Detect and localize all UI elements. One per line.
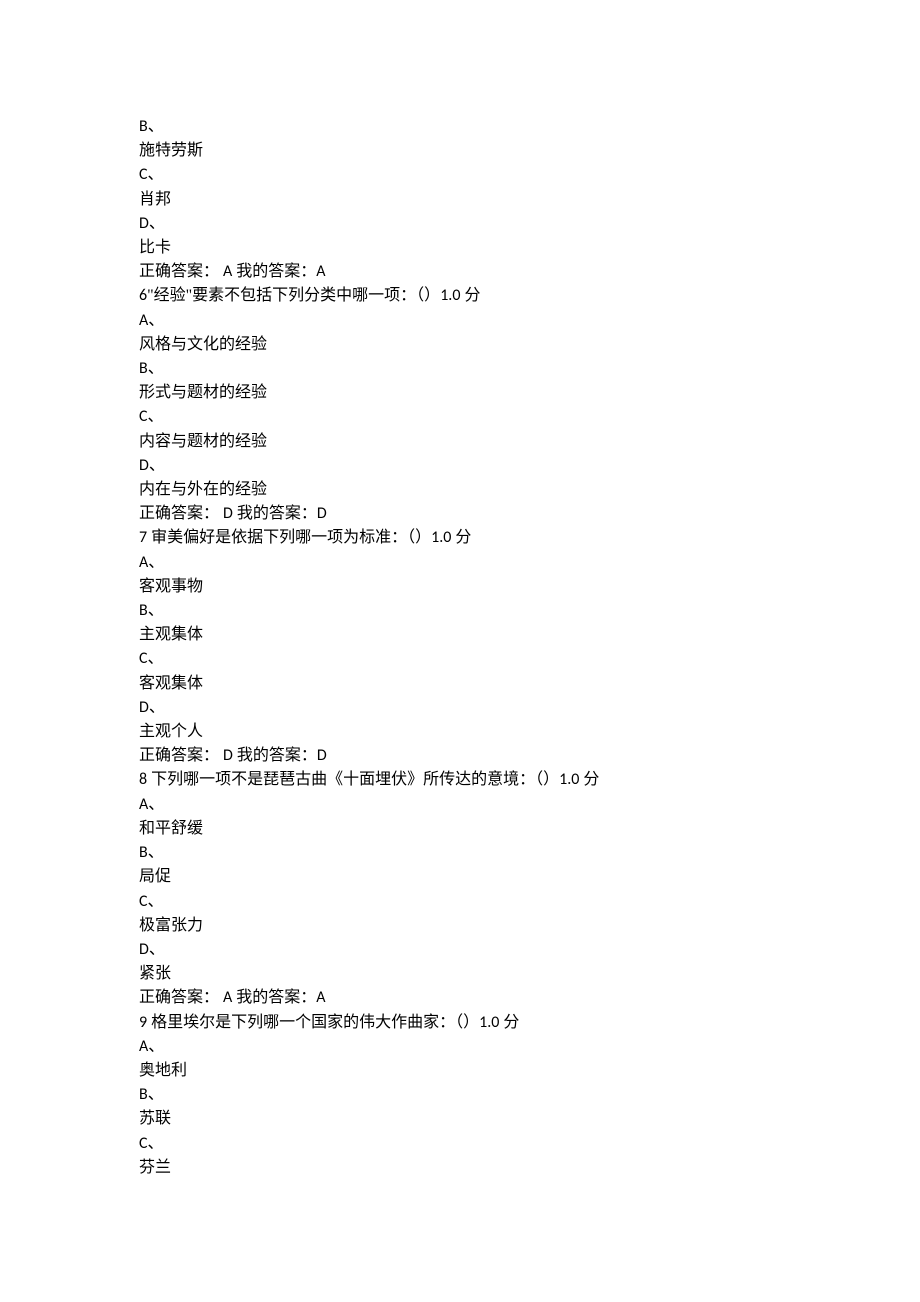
answer-mine: A <box>316 988 325 1007</box>
q8-number: 8 <box>139 770 147 789</box>
q6-option-c-letter: C、 <box>139 405 920 429</box>
q9-option-c-text: 芬兰 <box>139 1156 920 1180</box>
q9-option-b-letter: B、 <box>139 1083 920 1107</box>
answer-prefix: 正确答案： <box>139 263 223 280</box>
answer-correct: D <box>223 746 233 765</box>
answer-mine: A <box>316 262 325 281</box>
q5-option-b-text: 施特劳斯 <box>139 139 920 163</box>
q7-option-d-letter: D、 <box>139 696 920 720</box>
answer-mid: 我的答案： <box>233 747 317 764</box>
q8-score: 1.0 <box>559 770 579 789</box>
q7-score: 1.0 <box>431 528 451 547</box>
q8-stem: 8 下列哪一项不是琵琶古曲《十面埋伏》所传达的意境：（）1.0 分 <box>139 768 920 792</box>
q5-option-d-letter: D、 <box>139 212 920 236</box>
q8-option-c-letter: C、 <box>139 890 920 914</box>
q8-option-c-text: 极富张力 <box>139 914 920 938</box>
answer-correct: D <box>223 504 233 523</box>
q5-option-c-text: 肖邦 <box>139 188 920 212</box>
q6-option-b-text: 形式与题材的经验 <box>139 381 920 405</box>
q6-option-a-letter: A、 <box>139 309 920 333</box>
q7-option-d-text: 主观个人 <box>139 720 920 744</box>
q5-option-b-letter: B、 <box>139 115 920 139</box>
score-suffix: 分 <box>499 1014 519 1031</box>
q6-score: 1.0 <box>440 286 460 305</box>
q9-number: 9 <box>139 1013 147 1032</box>
q6-option-d-text: 内在与外在的经验 <box>139 478 920 502</box>
q5-option-c-letter: C、 <box>139 163 920 187</box>
answer-prefix: 正确答案： <box>139 989 223 1006</box>
answer-mid: 我的答案： <box>232 989 316 1006</box>
q8-option-d-letter: D、 <box>139 938 920 962</box>
q8-answer-line: 正确答案： A 我的答案：A <box>139 986 920 1010</box>
answer-prefix: 正确答案： <box>139 505 223 522</box>
q6-number: 6 <box>139 286 147 305</box>
q6-option-b-letter: B、 <box>139 357 920 381</box>
answer-correct: A <box>223 262 232 281</box>
answer-mine: D <box>317 746 327 765</box>
score-suffix: 分 <box>579 771 599 788</box>
q8-option-a-letter: A、 <box>139 793 920 817</box>
q7-option-a-text: 客观事物 <box>139 575 920 599</box>
q7-stem: 7 审美偏好是依据下列哪一项为标准：（）1.0 分 <box>139 526 920 550</box>
score-suffix: 分 <box>460 287 480 304</box>
q9-stem: 9 格里埃尔是下列哪一个国家的伟大作曲家：（）1.0 分 <box>139 1011 920 1035</box>
q8-option-b-letter: B、 <box>139 841 920 865</box>
answer-mine: D <box>317 504 327 523</box>
q6-stem: 6"经验"要素不包括下列分类中哪一项：（）1.0 分 <box>139 284 920 308</box>
q9-option-b-text: 苏联 <box>139 1107 920 1131</box>
answer-mid: 我的答案： <box>233 505 317 522</box>
q6-option-a-text: 风格与文化的经验 <box>139 333 920 357</box>
q9-stem-text: 格里埃尔是下列哪一个国家的伟大作曲家：（） <box>147 1014 479 1031</box>
q7-option-b-letter: B、 <box>139 599 920 623</box>
q6-stem-text: "经验"要素不包括下列分类中哪一项：（） <box>147 287 440 304</box>
q8-option-d-text: 紧张 <box>139 962 920 986</box>
q7-stem-text: 审美偏好是依据下列哪一项为标准：（） <box>147 529 431 546</box>
q7-option-b-text: 主观集体 <box>139 623 920 647</box>
q5-answer-line: 正确答案： A 我的答案：A <box>139 260 920 284</box>
q8-stem-text: 下列哪一项不是琵琶古曲《十面埋伏》所传达的意境：（） <box>147 771 559 788</box>
q6-answer-line: 正确答案： D 我的答案：D <box>139 502 920 526</box>
q9-score: 1.0 <box>479 1013 499 1032</box>
q5-option-d-text: 比卡 <box>139 236 920 260</box>
q8-option-b-text: 局促 <box>139 865 920 889</box>
q8-option-a-text: 和平舒缓 <box>139 817 920 841</box>
score-suffix: 分 <box>451 529 471 546</box>
q7-answer-line: 正确答案： D 我的答案：D <box>139 744 920 768</box>
answer-prefix: 正确答案： <box>139 747 223 764</box>
q7-number: 7 <box>139 528 147 547</box>
q7-option-a-letter: A、 <box>139 551 920 575</box>
q6-option-d-letter: D、 <box>139 454 920 478</box>
q9-option-a-text: 奥地利 <box>139 1059 920 1083</box>
q9-option-c-letter: C、 <box>139 1132 920 1156</box>
q7-option-c-text: 客观集体 <box>139 672 920 696</box>
q7-option-c-letter: C、 <box>139 647 920 671</box>
q9-option-a-letter: A、 <box>139 1035 920 1059</box>
page-content: B、 施特劳斯 C、 肖邦 D、 比卡 正确答案： A 我的答案：A 6"经验"… <box>0 0 920 1302</box>
answer-mid: 我的答案： <box>232 263 316 280</box>
q6-option-c-text: 内容与题材的经验 <box>139 430 920 454</box>
answer-correct: A <box>223 988 232 1007</box>
